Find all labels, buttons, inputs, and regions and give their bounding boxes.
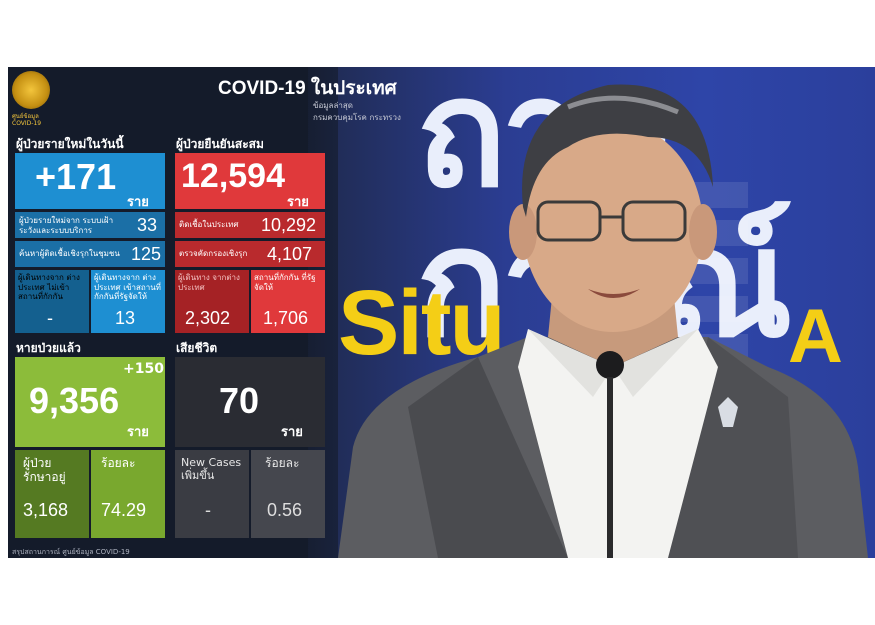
new-cases-row-1: ผู้ป่วยรายใหม่จาก ระบบเฝ้าระวังและระบบบร…: [15, 212, 165, 238]
recovered-value: 9,356: [29, 380, 120, 421]
cumulative-row-2-label: ตรวจคัดกรองเชิงรุก: [179, 249, 248, 258]
new-cases-row-2-label: ค้นหาผู้ติดเชื้อเชิงรุกในชุมชน: [19, 249, 120, 258]
new-cases-row-1-value: 33: [137, 215, 158, 235]
deaths-cell-2: ร้อยละ 0.56: [251, 450, 325, 538]
deaths-cell-1: New Cases เพิ่มขึ้น -: [175, 450, 249, 538]
cumulative-cell-2-value: 1,706: [263, 308, 309, 328]
recovered-cell-1-value: 3,168: [23, 500, 69, 520]
recovered-cell-2-label: ร้อยละ: [101, 456, 136, 470]
deaths-cell-2-value: 0.56: [267, 500, 303, 520]
recovered-cell-1-label: ผู้ป่วย รักษาอยู่: [23, 456, 66, 485]
cumulative-row-1-label: ติดเชื้อในประเทศ: [179, 220, 239, 229]
cumulative-row-2: ตรวจคัดกรองเชิงรุก 4,107: [175, 241, 325, 267]
new-cases-title: ผู้ป่วยรายใหม่ในวันนี้: [16, 137, 124, 151]
ministry-logo-icon: [12, 71, 50, 109]
cumulative-cell-2-label: สถานที่กักกัน ที่รัฐจัดให้: [254, 273, 316, 292]
cumulative-title: ผู้ป่วยยืนยันสะสม: [176, 137, 264, 151]
deaths-cell-1-value: -: [205, 500, 211, 520]
new-cases-row-1-label: ผู้ป่วยรายใหม่จาก ระบบเฝ้าระวังและระบบบร…: [19, 216, 114, 235]
cumulative-cell-1-value: 2,302: [185, 308, 231, 328]
new-cases-cell-2: ผู้เดินทางจาก ต่างประเทศ เข้าสถานที่กักก…: [91, 270, 165, 333]
cumulative-cell-2: สถานที่กักกัน ที่รัฐจัดให้ 1,706: [251, 270, 325, 333]
new-cases-row-2: ค้นหาผู้ติดเชื้อเชิงรุกในชุมชน 125: [15, 241, 165, 267]
new-cases-cell-1: ผู้เดินทางจาก ต่างประเทศ ไม่เข้าสถานที่ก…: [15, 270, 89, 333]
cumulative-unit: ราย: [287, 195, 309, 210]
deaths-title: เสียชีวิต: [176, 341, 218, 355]
new-cases-cell-2-value: 13: [115, 308, 136, 328]
recovered-title: หายป่วยแล้ว: [16, 341, 81, 355]
recovered-unit: ราย: [127, 425, 149, 440]
headline-source-2: กรมควบคุมโรค กระทรวง: [313, 113, 401, 122]
deaths-cell-2-label: ร้อยละ: [265, 456, 300, 470]
recovered-cell-2: ร้อยละ 74.29: [91, 450, 165, 538]
cumulative-box: 12,594 ราย: [175, 153, 325, 210]
infographic-footer: สรุปสถานการณ์ ศูนย์ข้อมูล COVID-19: [12, 548, 130, 556]
news-image: ถานการณ์ Situ A: [8, 67, 875, 558]
new-cases-cell-2-label: ผู้เดินทางจาก ต่างประเทศ เข้าสถานที่กักก…: [94, 273, 161, 302]
new-cases-cell-1-label: ผู้เดินทางจาก ต่างประเทศ ไม่เข้าสถานที่ก…: [18, 273, 80, 302]
new-cases-value: +171: [35, 156, 117, 197]
cumulative-row-1-value: 10,292: [261, 215, 317, 235]
infographic-headline: COVID-19 ในประเทศ: [218, 78, 397, 99]
new-cases-unit: ราย: [127, 195, 149, 210]
cumulative-row-1: ติดเชื้อในประเทศ 10,292: [175, 212, 325, 238]
deaths-value: 70: [219, 380, 260, 421]
new-cases-cell-1-value: -: [47, 308, 53, 328]
cumulative-value: 12,594: [181, 157, 285, 195]
new-cases-row-2-value: 125: [131, 244, 162, 264]
recovered-delta: +150: [123, 361, 164, 377]
deaths-unit: ราย: [281, 425, 303, 440]
deaths-cell-1-label: New Cases เพิ่มขึ้น: [181, 456, 242, 483]
recovered-box: +150 9,356 ราย: [15, 357, 165, 447]
deaths-box: 70 ราย: [175, 357, 325, 447]
cumulative-row-2-value: 4,107: [267, 244, 313, 264]
recovered-cell-1: ผู้ป่วย รักษาอยู่ 3,168: [15, 450, 89, 538]
new-cases-box: +171 ราย: [15, 153, 165, 210]
covid-infographic: ศูนย์ข้อมูล COVID-19 COVID-19 ในประเทศ ข…: [8, 67, 401, 558]
recovered-cell-2-value: 74.29: [101, 500, 147, 520]
cumulative-cell-1: ผู้เดินทาง จากต่างประเทศ 2,302: [175, 270, 249, 333]
cumulative-cell-1-label: ผู้เดินทาง จากต่างประเทศ: [178, 273, 240, 292]
org-label: ศูนย์ข้อมูล COVID-19: [12, 113, 42, 128]
